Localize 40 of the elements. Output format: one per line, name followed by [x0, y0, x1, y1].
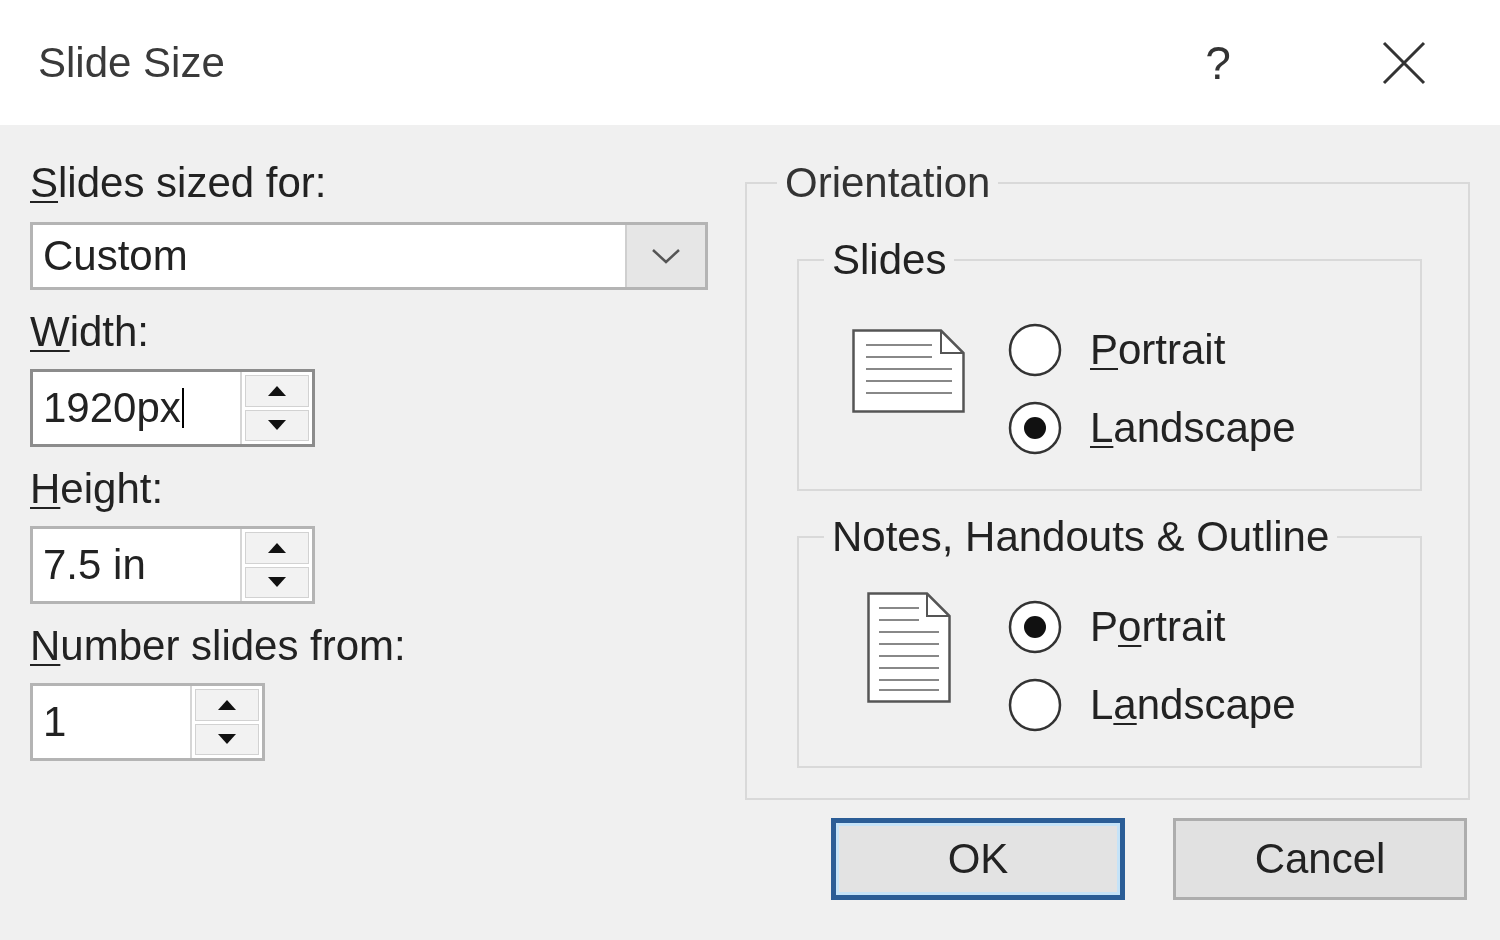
radio-label[interactable]: Landscape	[1090, 404, 1296, 452]
radio-button[interactable]	[1008, 600, 1062, 654]
radio-label[interactable]: Portrait	[1090, 326, 1226, 374]
spin-field[interactable]: 1	[30, 683, 265, 761]
spin-down-button[interactable]	[245, 566, 309, 598]
triangle-up-icon	[218, 699, 236, 710]
window-title: Slide Size	[38, 38, 225, 87]
radio-button[interactable]	[1008, 678, 1062, 732]
size-dropdown[interactable]: Custom	[30, 222, 708, 290]
landscape-page-icon	[852, 328, 965, 413]
group-title: Slides	[831, 236, 948, 284]
cancel-button[interactable]: Cancel	[1173, 818, 1467, 900]
chevron-down-icon	[651, 248, 681, 264]
portrait-page-icon	[866, 592, 951, 703]
group-title: Notes, Handouts & Outline	[831, 513, 1331, 561]
field-label: Width:	[30, 308, 150, 356]
radio-label[interactable]: Portrait	[1090, 603, 1226, 651]
radio-label[interactable]: Landscape	[1090, 681, 1296, 729]
field-label: Number slides from:	[30, 622, 406, 670]
triangle-down-icon	[268, 420, 286, 431]
triangle-up-icon	[268, 542, 286, 553]
spin-up-button[interactable]	[245, 375, 309, 407]
group-title: Orientation	[784, 159, 992, 207]
triangle-up-icon	[268, 385, 286, 396]
spin-field[interactable]: 1920px	[30, 369, 315, 447]
field-label: Height:	[30, 465, 164, 513]
help-button[interactable]: ?	[1178, 22, 1258, 103]
spin-up-button[interactable]	[195, 689, 259, 721]
text-cursor	[181, 388, 184, 428]
spin-field[interactable]: 7.5 in	[30, 526, 315, 604]
spin-down-button[interactable]	[245, 409, 309, 441]
radio-button[interactable]	[1008, 323, 1062, 377]
ok-button[interactable]: OK	[831, 818, 1125, 900]
triangle-down-icon	[268, 577, 286, 588]
triangle-down-icon	[218, 734, 236, 745]
spin-up-button[interactable]	[245, 532, 309, 564]
spin-down-button[interactable]	[195, 723, 259, 755]
field-label: Slides sized for:	[30, 159, 327, 207]
close-icon	[1382, 40, 1426, 85]
radio-button[interactable]	[1008, 401, 1062, 455]
